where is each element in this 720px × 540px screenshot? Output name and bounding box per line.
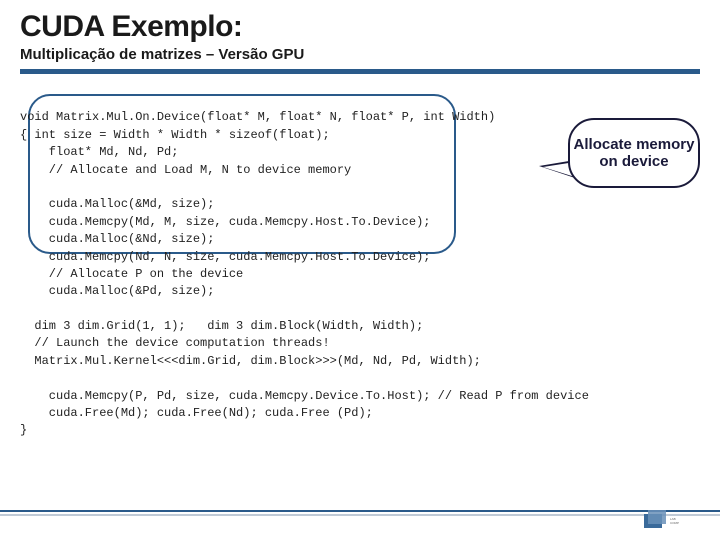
- footer-logo: LAB COMP: [644, 506, 700, 534]
- slide-header: CUDA Exemplo: Multiplicação de matrizes …: [0, 0, 720, 80]
- svg-text:COMP: COMP: [670, 521, 679, 525]
- code-line: cuda.Malloc(&Md, size);: [20, 197, 214, 211]
- code-line: void Matrix.Mul.On.Device(float* M, floa…: [20, 110, 495, 124]
- footer-rule-bottom: [0, 514, 720, 516]
- code-line: // Allocate P on the device: [20, 267, 243, 281]
- code-line: }: [20, 423, 27, 437]
- code-line: cuda.Malloc(&Nd, size);: [20, 232, 214, 246]
- code-line: cuda.Memcpy(P, Pd, size, cuda.Memcpy.Dev…: [20, 389, 589, 403]
- code-line: cuda.Free(Md); cuda.Free(Nd); cuda.Free …: [20, 406, 373, 420]
- code-line: // Launch the device computation threads…: [20, 336, 330, 350]
- code-line: float* Md, Nd, Pd;: [20, 145, 178, 159]
- code-line: dim 3 dim.Grid(1, 1); dim 3 dim.Block(Wi…: [20, 319, 423, 333]
- slide-subtitle: Multiplicação de matrizes – Versão GPU: [20, 46, 700, 63]
- header-rule: [20, 69, 700, 74]
- slide-title: CUDA Exemplo:: [20, 10, 700, 44]
- footer-rule-top: [0, 510, 720, 512]
- code-line: cuda.Memcpy(Nd, N, size, cuda.Memcpy.Hos…: [20, 250, 430, 264]
- code-line: { int size = Width * Width * sizeof(floa…: [20, 128, 330, 142]
- callout-bubble: Allocate memory on device: [568, 118, 700, 188]
- code-line: Matrix.Mul.Kernel<<<dim.Grid, dim.Block>…: [20, 354, 481, 368]
- callout-text: Allocate memory on device: [570, 136, 698, 170]
- code-line: cuda.Malloc(&Pd, size);: [20, 284, 214, 298]
- code-line: cuda.Memcpy(Md, M, size, cuda.Memcpy.Hos…: [20, 215, 430, 229]
- code-line: // Allocate and Load M, N to device memo…: [20, 163, 351, 177]
- logo-icon: LAB COMP: [644, 506, 700, 534]
